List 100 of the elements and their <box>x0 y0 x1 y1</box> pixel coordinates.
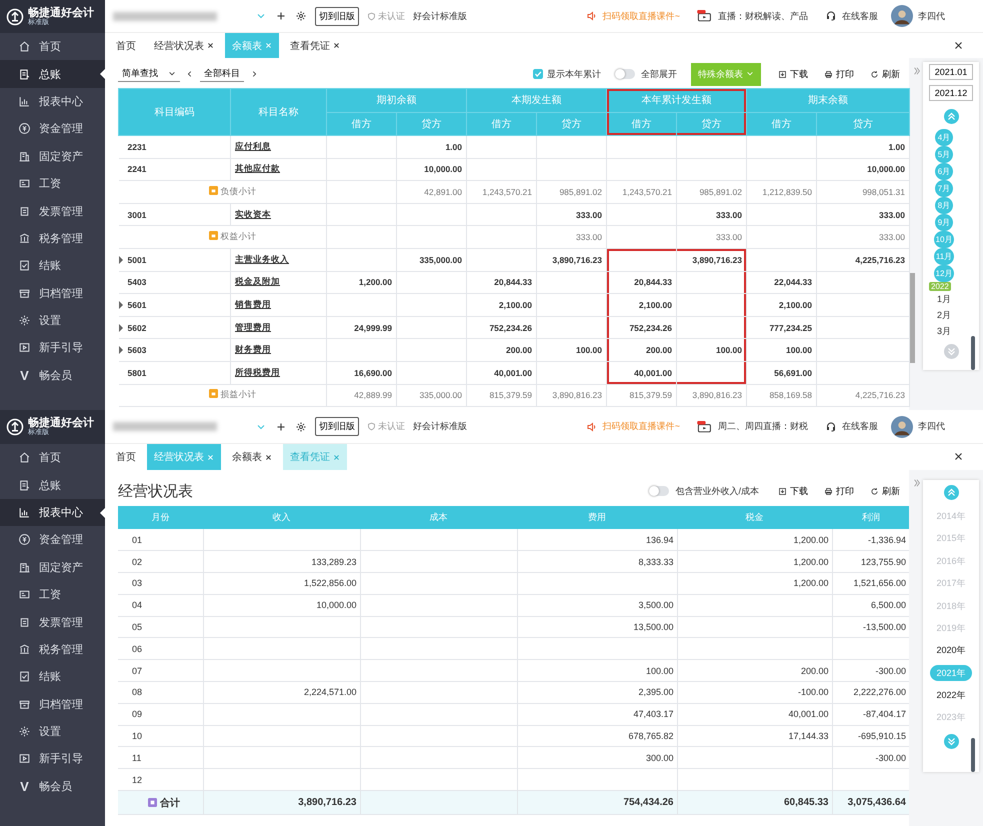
close-icon[interactable] <box>333 42 340 49</box>
sidebar-item[interactable]: 总账 <box>0 60 105 88</box>
logo-icon <box>6 8 24 26</box>
column-header: 税金 <box>677 506 832 529</box>
next-icon[interactable] <box>250 70 258 78</box>
logo-icon <box>6 418 24 436</box>
date-field[interactable]: 2021.01 <box>929 64 973 80</box>
close-icon[interactable] <box>954 41 963 50</box>
sidebar-item[interactable]: 归档管理 <box>0 690 105 718</box>
sidebar-item[interactable]: 设置 <box>0 306 105 334</box>
sidebar-item[interactable]: 资金管理 <box>0 115 105 143</box>
tab[interactable]: 余额表 <box>225 444 279 470</box>
search-mode-dropdown[interactable]: 简单查找 <box>118 66 180 82</box>
table-cell: 3,075,436.64 <box>832 790 910 815</box>
product-name: 好会计标准版 <box>413 10 467 22</box>
scope-button[interactable]: 全部科目 <box>200 66 244 82</box>
sidebar-item[interactable]: 工资 <box>0 580 105 608</box>
account-link[interactable]: 主营业务收入 <box>235 254 289 264</box>
sidebar-item[interactable]: 新手引导 <box>0 745 105 773</box>
scrollbar[interactable] <box>910 273 915 363</box>
checkbox-label[interactable]: 显示本年累计 <box>547 68 601 80</box>
account-link[interactable]: 财务费用 <box>235 344 271 354</box>
table-cell: 42,889.99 <box>326 384 396 407</box>
online-service-link[interactable]: 在线客服 <box>842 420 878 433</box>
settings-icon[interactable] <box>295 420 307 432</box>
table-cell: 333.00 <box>676 203 746 226</box>
sidebar-item[interactable]: 税务管理 <box>0 224 105 252</box>
sidebar-item[interactable]: 归档管理 <box>0 280 105 307</box>
column-header: 贷方 <box>816 112 910 136</box>
close-icon[interactable] <box>954 452 963 461</box>
expand-all-toggle[interactable] <box>615 69 635 79</box>
year-option[interactable]: 2020年 <box>930 639 972 662</box>
switch-version-button[interactable]: 切到旧版 <box>315 417 359 436</box>
sidebar-item[interactable]: 结账 <box>0 663 105 691</box>
sidebar-item[interactable]: 报表中心 <box>0 88 105 116</box>
sidebar-item[interactable]: 发票管理 <box>0 608 105 636</box>
app-name: 畅捷通好会计 <box>28 6 94 19</box>
checkbox[interactable] <box>533 69 543 79</box>
download-icon <box>778 70 787 78</box>
year-option[interactable]: 2022年 <box>930 684 972 706</box>
sidebar-item[interactable]: 报表中心 <box>0 498 105 526</box>
table-cell: 24,999.99 <box>326 316 396 339</box>
account-link[interactable]: 管理费用 <box>235 322 271 332</box>
tab[interactable]: 首页 <box>109 33 143 58</box>
month-option[interactable]: 3月 <box>934 323 953 339</box>
include-other-toggle[interactable] <box>649 486 670 496</box>
month-option[interactable]: 1月 <box>934 291 953 307</box>
account-link[interactable]: 实收资本 <box>235 208 271 219</box>
account-link[interactable]: 税金及附加 <box>235 276 280 286</box>
avatar[interactable] <box>891 5 913 27</box>
account-link[interactable]: 其他应付款 <box>235 163 280 174</box>
live-schedule[interactable]: 直播：财税解读、产品 <box>718 10 808 22</box>
sidebar-item[interactable]: 发票管理 <box>0 197 105 225</box>
sidebar-item[interactable]: 资金管理 <box>0 526 105 554</box>
scrollbar[interactable] <box>971 336 975 370</box>
avatar[interactable] <box>891 416 913 438</box>
sidebar-item[interactable]: V 畅会员 <box>0 772 105 800</box>
close-icon[interactable] <box>207 42 214 49</box>
user-name[interactable]: 李四代 <box>918 420 945 433</box>
table-cell: 100.00 <box>676 338 746 362</box>
settings-icon[interactable] <box>295 10 307 22</box>
close-icon[interactable] <box>265 454 272 460</box>
sidebar-item[interactable]: 设置 <box>0 718 105 746</box>
sidebar-item[interactable]: 总账 <box>0 471 105 499</box>
column-header: 成本 <box>360 506 517 529</box>
sidebar-item[interactable]: 固定资产 <box>0 554 105 581</box>
account-code: 5601 <box>118 300 146 310</box>
switch-version-button[interactable]: 切到旧版 <box>315 6 359 26</box>
tab[interactable]: 首页 <box>109 444 143 470</box>
sidebar-item[interactable]: V 畅会员 <box>0 362 105 390</box>
tab[interactable]: 经营状况表 <box>147 33 221 58</box>
table-cell: 333.00 <box>536 226 606 248</box>
month-option[interactable]: 2月 <box>934 307 953 323</box>
plus-icon[interactable] <box>275 420 287 432</box>
tab[interactable]: 查看凭证 <box>283 33 347 58</box>
account-link[interactable]: 所得税费用 <box>235 366 280 377</box>
scrollbar[interactable] <box>971 738 975 772</box>
table-cell: 05 <box>118 616 203 638</box>
user-name[interactable]: 李四代 <box>918 10 945 22</box>
sidebar-item[interactable]: 工资 <box>0 170 105 198</box>
sidebar-item[interactable]: 税务管理 <box>0 636 105 664</box>
table-cell: 335,000.00 <box>396 384 466 407</box>
sidebar-item[interactable]: 首页 <box>0 444 105 472</box>
account-link[interactable]: 应付利息 <box>235 140 271 151</box>
account-link[interactable]: 销售费用 <box>235 298 271 309</box>
coin-icon <box>18 533 31 546</box>
date-field[interactable]: 2021.12 <box>929 85 973 101</box>
sidebar-item[interactable]: 固定资产 <box>0 142 105 170</box>
sidebar-item[interactable]: 新手引导 <box>0 334 105 362</box>
table-cell: 100.00 <box>536 338 606 362</box>
table-cell: 300.00 <box>517 746 677 769</box>
sidebar-item[interactable]: 首页 <box>0 33 105 60</box>
online-service-link[interactable]: 在线客服 <box>842 10 878 22</box>
table-cell: 60,845.33 <box>677 790 832 815</box>
sidebar-item[interactable]: 结账 <box>0 252 105 280</box>
table-cell: 11 <box>118 746 203 769</box>
live-schedule[interactable]: 周二、周四直播：财税 <box>718 420 808 433</box>
plus-icon[interactable] <box>275 10 287 22</box>
table-cell: 10,000.00 <box>203 594 360 616</box>
previous-icon[interactable] <box>186 70 194 78</box>
